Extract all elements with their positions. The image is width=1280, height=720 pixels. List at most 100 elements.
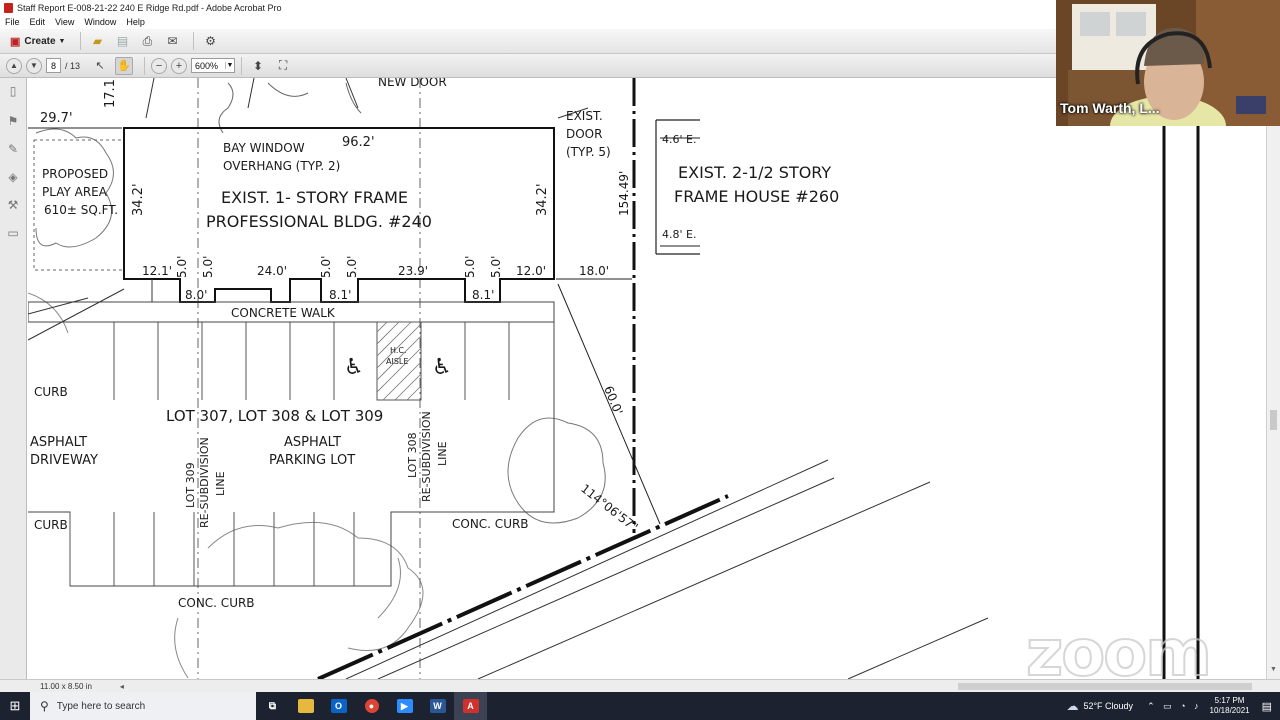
fit-width-icon[interactable]: ⛶ <box>273 56 293 76</box>
dim-5-0-b: 5.0' <box>201 256 215 278</box>
page-number-input[interactable]: 8 <box>46 58 61 73</box>
dim-60-0: 60.0' <box>601 384 625 417</box>
scrollbar-thumb[interactable] <box>1270 410 1277 430</box>
acrobat-taskbar-icon[interactable]: A <box>454 692 487 720</box>
accessible-parking-icon: ♿ <box>344 355 364 380</box>
dim-34-2-right: 34.2' <box>535 183 550 216</box>
search-icon: ⚲ <box>40 699 49 713</box>
exist-door-label-2: DOOR <box>566 127 602 141</box>
participant-video[interactable]: Tom Warth, L... <box>1056 0 1280 126</box>
hand-tool-icon[interactable]: ✋ <box>115 56 134 75</box>
layers-icon[interactable]: ◈ <box>6 170 20 184</box>
document-view[interactable]: 29.7' 17.1' NEW DOOR EXIST. DOOR (TYP. 5… <box>28 78 1266 679</box>
weather-text: 52°F Cloudy <box>1083 701 1134 711</box>
windows-start-icon[interactable]: ⊞ <box>0 692 30 720</box>
dim-8-1-a: 8.1' <box>329 288 351 302</box>
tray-icons[interactable]: ⌃ ▭ ◔ ♪ <box>1147 701 1201 712</box>
next-page-button[interactable]: ▼ <box>26 57 42 74</box>
concrete-walk-label: CONCRETE WALK <box>231 306 336 320</box>
bay-window-label-2: OVERHANG (TYP. 2) <box>223 159 340 173</box>
cloud-icon: ☁ <box>1066 699 1079 713</box>
signature-icon[interactable]: ✎ <box>6 142 20 156</box>
clock-time: 5:17 PM <box>1214 696 1245 705</box>
dim-8-1-b: 8.1' <box>472 288 494 302</box>
scroll-down-icon[interactable]: ▼ <box>1270 666 1277 673</box>
window-title: Staff Report E-008-21-22 240 E Ridge Rd.… <box>17 2 282 13</box>
zoom-level-value: 600% <box>195 60 219 71</box>
dim-24-0: 24.0' <box>257 264 287 278</box>
scroll-left-icon[interactable]: ◂ <box>120 682 124 691</box>
email-icon[interactable]: ✉ <box>162 31 182 51</box>
zoom-level-select[interactable]: 600% ▼ <box>191 58 236 73</box>
word-icon[interactable]: W <box>421 692 454 720</box>
dim-8-0: 8.0' <box>185 288 207 302</box>
toolbar-divider <box>241 56 243 75</box>
lot309-line-label-3: LINE <box>214 471 227 496</box>
system-tray: ☁ 52°F Cloudy ⌃ ▭ ◔ ♪ 5:17 PM 10/18/2021… <box>1066 692 1280 720</box>
toolbar-divider <box>193 32 195 50</box>
dim-5-0-c: 5.0' <box>319 256 333 278</box>
dim-5-0-d: 5.0' <box>345 256 359 278</box>
select-tool-icon[interactable]: ↖ <box>90 56 110 76</box>
dim-5-0-a: 5.0' <box>175 256 189 278</box>
page-size-readout: 11.00 x 8.50 in <box>40 681 92 691</box>
outlook-icon[interactable]: O <box>322 692 355 720</box>
clock[interactable]: 5:17 PM 10/18/2021 <box>1210 696 1250 716</box>
screen: Staff Report E-008-21-22 240 E Ridge Rd.… <box>0 0 1280 720</box>
zoom-app-icon[interactable]: ▶ <box>388 692 421 720</box>
exist-door-label-3: (TYP. 5) <box>566 145 611 159</box>
dim-96-2: 96.2' <box>342 135 375 150</box>
dim-34-2-left: 34.2' <box>131 183 146 216</box>
conc-curb-right-label: CONC. CURB <box>452 517 529 531</box>
dim-29-7: 29.7' <box>40 111 73 126</box>
file-explorer-icon[interactable] <box>289 692 322 720</box>
proposed-label-2: PLAY AREA <box>42 185 108 199</box>
taskbar: ⊞ ⚲ Type here to search ⧉ O ● ▶ W A ☁ 52… <box>0 692 1280 720</box>
asphalt-driveway-label-2: DRIVEWAY <box>30 453 98 468</box>
menu-file[interactable]: File <box>5 17 20 27</box>
hc-aisle-label-1: H.C. <box>390 346 407 355</box>
save-icon[interactable]: ▤ <box>112 31 132 51</box>
task-view-icon[interactable]: ⧉ <box>256 692 289 720</box>
settings-gear-icon[interactable]: ⚙ <box>200 31 220 51</box>
lot309-line-label-1: LOT 309 <box>184 462 197 508</box>
tools-icon[interactable]: ⚒ <box>6 198 20 212</box>
exist-door-label-1: EXIST. <box>566 109 603 123</box>
create-button[interactable]: ▣ Create ▼ <box>6 31 69 51</box>
menu-edit[interactable]: Edit <box>30 17 46 27</box>
dim-4-8: 4.8' E. <box>662 228 696 241</box>
curb-label-mid: CURB <box>34 518 68 532</box>
previous-page-button[interactable]: ▲ <box>6 57 22 74</box>
curb-label-top: CURB <box>34 385 68 399</box>
open-folder-icon[interactable]: ▰ <box>87 31 107 51</box>
bearing-label: 114°06'57" <box>578 481 640 534</box>
dim-154-49: 154.49' <box>617 171 631 216</box>
dim-17-1: 17.1' <box>103 78 118 108</box>
chrome-icon[interactable]: ● <box>355 692 388 720</box>
bookmarks-icon[interactable]: ⚑ <box>6 114 20 128</box>
vertical-scrollbar[interactable]: ▲ ▼ <box>1266 78 1280 679</box>
page-thumbnails-icon[interactable]: ▯ <box>6 84 20 98</box>
house-label-2: FRAME HOUSE #260 <box>674 187 839 206</box>
zoom-in-button[interactable]: + <box>171 57 188 74</box>
attachments-icon[interactable]: ▭ <box>6 226 20 240</box>
hc-aisle-label-2: AISLE <box>386 357 408 366</box>
dim-4-6: 4.6' E. <box>662 133 696 146</box>
chevron-down-icon: ▼ <box>58 37 66 45</box>
dim-18-0: 18.0' <box>579 264 609 278</box>
dim-5-0-f: 5.0' <box>489 256 503 278</box>
zoom-out-button[interactable]: − <box>151 57 168 74</box>
taskbar-search-box[interactable]: ⚲ Type here to search <box>30 692 256 720</box>
print-icon[interactable]: ⎙ <box>137 31 157 51</box>
lot308-line-label-1: LOT 308 <box>406 432 419 478</box>
menu-help[interactable]: Help <box>126 17 145 27</box>
menu-window[interactable]: Window <box>84 17 116 27</box>
notification-icon[interactable]: ▤ <box>1262 700 1272 713</box>
fit-page-icon[interactable]: ⬍ <box>248 56 268 76</box>
participant-name: Tom Warth, L... <box>1060 100 1160 116</box>
asphalt-parking-label-2: PARKING LOT <box>269 453 355 468</box>
menu-view[interactable]: View <box>55 17 74 27</box>
clock-date: 10/18/2021 <box>1209 706 1250 715</box>
weather-widget[interactable]: ☁ 52°F Cloudy <box>1066 699 1133 713</box>
proposed-label-3: 610± SQ.FT. <box>44 203 118 217</box>
